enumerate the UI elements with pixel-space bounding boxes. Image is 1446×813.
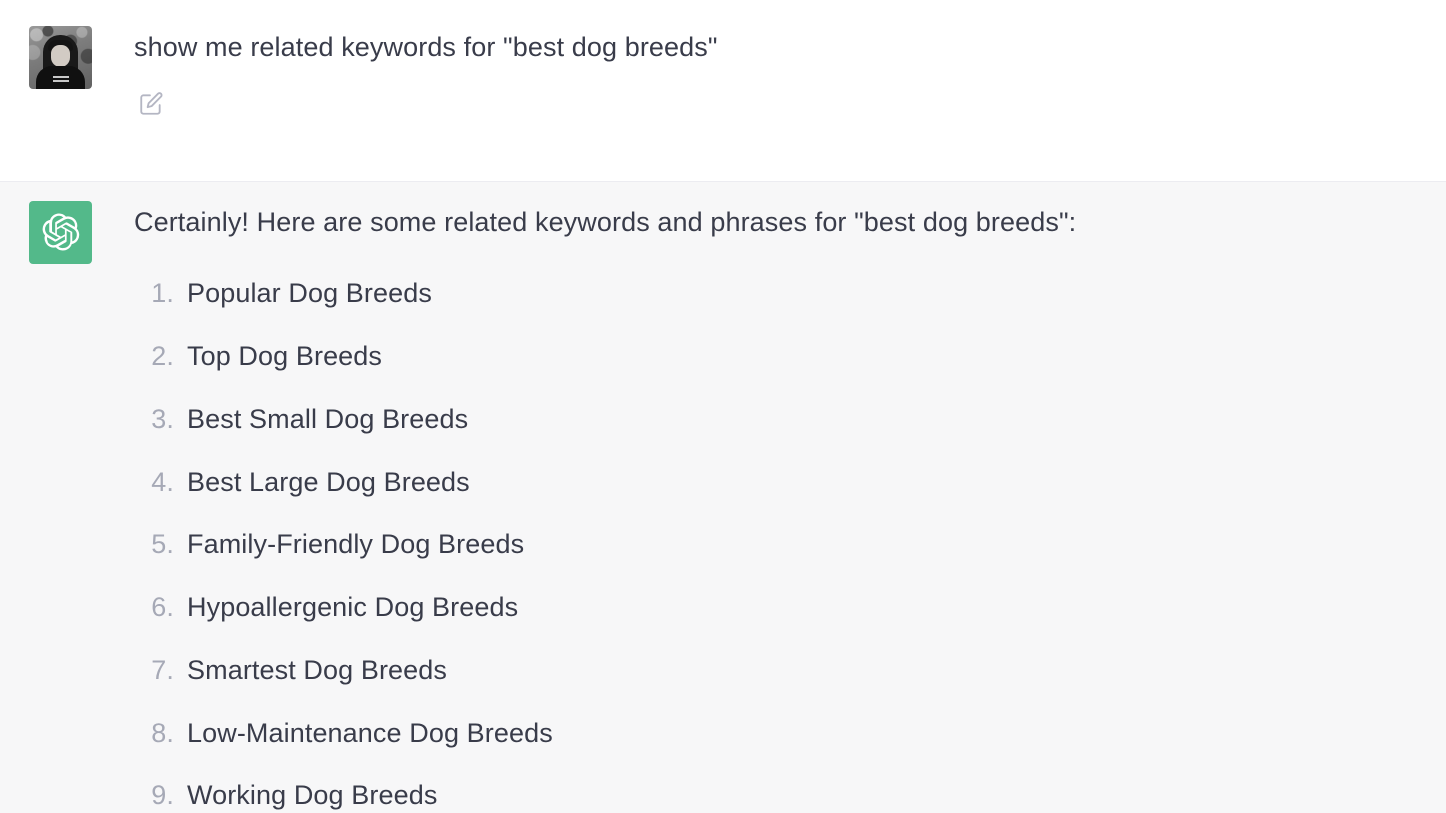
edit-pencil-square-icon <box>138 91 164 117</box>
chat-thread: show me related keywords for "best dog b… <box>0 0 1446 813</box>
avatar <box>29 26 92 89</box>
user-message-text: show me related keywords for "best dog b… <box>134 32 718 62</box>
assistant-message-row: Certainly! Here are some related keyword… <box>0 181 1446 813</box>
list-item: Best Large Dog Breeds <box>134 466 470 500</box>
assistant-message-body: Certainly! Here are some related keyword… <box>134 201 1076 813</box>
assistant-intro-text: Certainly! Here are some related keyword… <box>134 206 1077 237</box>
chatgpt-logo-icon <box>29 200 92 264</box>
list-item: Smartest Dog Breeds <box>134 654 448 688</box>
avatar-shirt-graphic <box>53 76 69 83</box>
list-item: Low-Maintenance Dog Breeds <box>134 717 553 751</box>
assistant-message-inner: Certainly! Here are some related keyword… <box>0 200 1446 813</box>
list-item: Popular Dog Breeds <box>134 277 432 311</box>
edit-message-button[interactable] <box>134 87 168 121</box>
user-message-row: show me related keywords for "best dog b… <box>0 0 1446 182</box>
user-message-inner: show me related keywords for "best dog b… <box>0 26 1446 121</box>
list-item: Hypoallergenic Dog Breeds <box>134 591 519 625</box>
list-item: Best Small Dog Breeds <box>134 403 469 437</box>
avatar-face <box>51 45 70 67</box>
list-item: Family-Friendly Dog Breeds <box>134 528 525 562</box>
user-message-body: show me related keywords for "best dog b… <box>134 26 718 121</box>
related-keywords-list: Popular Dog Breeds Top Dog Breeds Best S… <box>134 277 1076 813</box>
list-item: Working Dog Breeds <box>134 779 438 813</box>
list-item: Top Dog Breeds <box>134 340 383 374</box>
